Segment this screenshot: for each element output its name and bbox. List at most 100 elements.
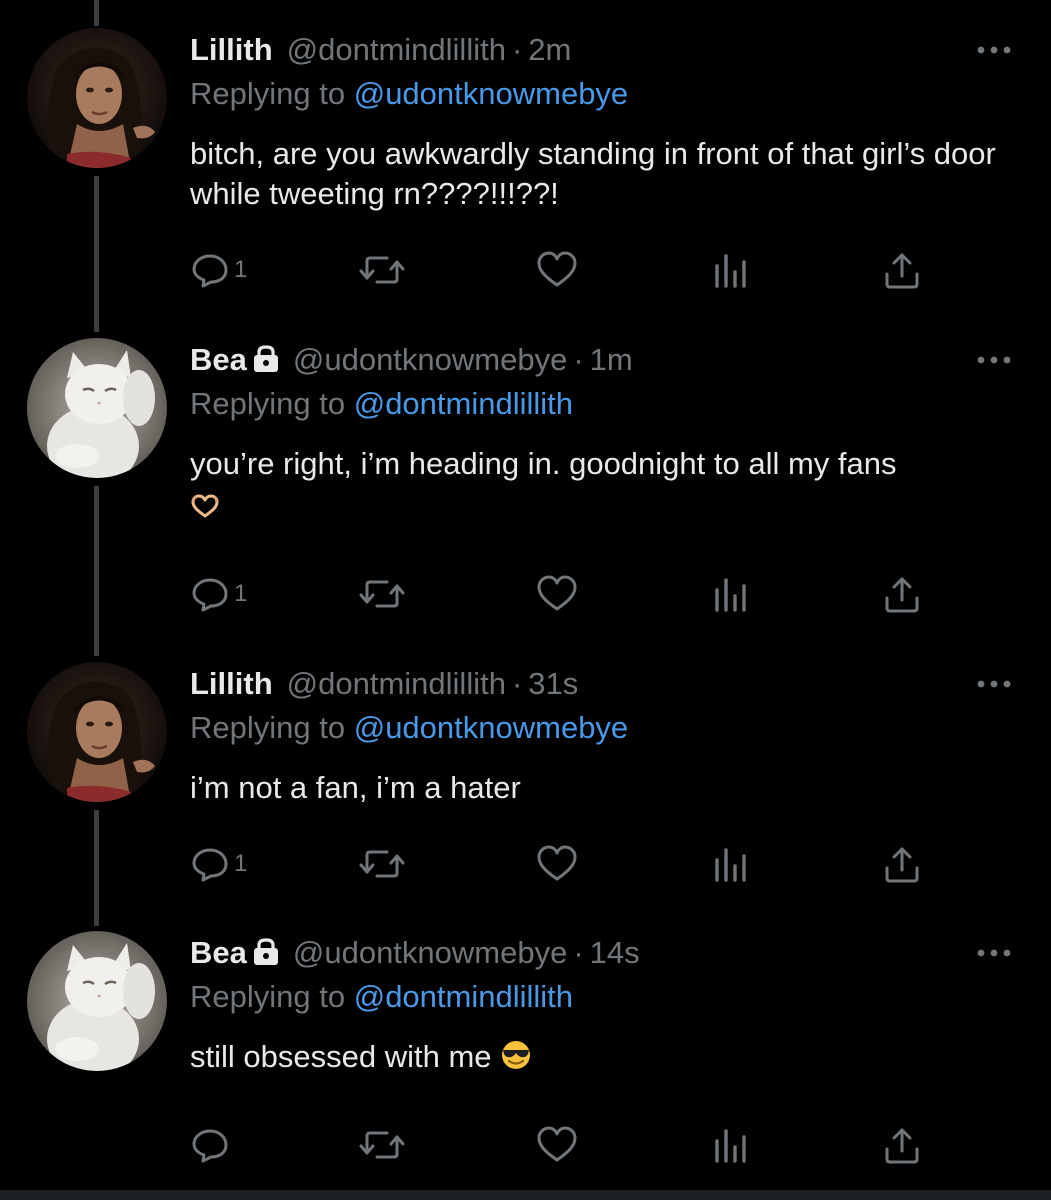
tweet-header: Lillith @dontmindlillith · 31s <box>190 666 578 702</box>
reply-icon <box>190 844 230 884</box>
share-icon <box>882 1125 922 1165</box>
tweet[interactable]: Lillith @dontmindlillith · 31s Replying to … <box>0 662 1051 922</box>
share-button[interactable] <box>882 844 922 884</box>
separator-dot: · <box>511 32 523 67</box>
reply-count: 1 <box>234 256 248 283</box>
timestamp[interactable]: 1m <box>590 342 633 377</box>
reply-button[interactable]: 1 <box>190 844 247 884</box>
white-cat-avatar <box>27 931 167 1071</box>
views-icon <box>712 574 748 614</box>
display-name[interactable]: Lillith <box>190 32 273 67</box>
tweet-actions: 1 <box>190 844 930 884</box>
like-button[interactable] <box>536 250 578 290</box>
mention-link[interactable]: @dontmindlillith <box>354 386 573 421</box>
display-name[interactable]: Lillith <box>190 666 273 701</box>
user-handle[interactable]: @udontknowmebye <box>293 935 567 970</box>
timestamp[interactable]: 2m <box>528 32 571 67</box>
user-handle[interactable]: @udontknowmebye <box>293 342 567 377</box>
display-name[interactable]: Bea <box>190 935 247 970</box>
retweet-button[interactable] <box>358 1125 406 1165</box>
tweet-actions: 1 <box>190 574 930 614</box>
retweet-icon <box>358 1125 406 1165</box>
lock-icon <box>253 345 279 381</box>
replying-to-label: Replying to <box>190 710 346 745</box>
more-icon[interactable] <box>976 945 1012 957</box>
more-icon[interactable] <box>976 352 1012 364</box>
like-button[interactable] <box>536 574 578 614</box>
reply-count: 1 <box>234 850 248 877</box>
tweet-text-content: you’re right, i’m heading in. goodnight … <box>190 446 897 481</box>
lock-icon <box>253 938 279 974</box>
user-handle[interactable]: @dontmindlillith <box>287 666 506 701</box>
tweet-text: i’m not a fan, i’m a hater <box>190 770 521 805</box>
tweet-text-content: still obsessed with me <box>190 1039 492 1074</box>
views-button[interactable] <box>712 844 748 884</box>
replying-to: Replying to @udontknowmebye <box>190 76 628 112</box>
reply-thread: Lillith @dontmindlillith · 2m Replying to @… <box>0 0 1051 1200</box>
user-avatar-lillith[interactable] <box>27 28 167 168</box>
more-icon[interactable] <box>976 42 1012 54</box>
mention-link[interactable]: @dontmindlillith <box>354 979 573 1014</box>
user-avatar-lillith[interactable] <box>27 662 167 802</box>
like-button[interactable] <box>536 844 578 884</box>
views-button[interactable] <box>712 1125 748 1165</box>
retweet-button[interactable] <box>358 250 406 290</box>
replying-to: Replying to @dontmindlillith <box>190 979 573 1015</box>
share-icon <box>882 574 922 614</box>
timestamp[interactable]: 14s <box>590 935 640 970</box>
replying-to-label: Replying to <box>190 386 346 421</box>
replying-to: Replying to @udontknowmebye <box>190 710 628 746</box>
mention-link[interactable]: @udontknowmebye <box>354 76 628 111</box>
reply-icon <box>190 250 230 290</box>
user-avatar-bea[interactable] <box>27 931 167 1071</box>
thread-line <box>94 0 99 26</box>
tweet-header: Lillith @dontmindlillith · 2m <box>190 32 571 68</box>
heart-icon <box>536 250 578 290</box>
retweet-button[interactable] <box>358 574 406 614</box>
user-avatar-bea[interactable] <box>27 338 167 478</box>
sunglasses-emoji <box>500 1039 532 1081</box>
tweet-header: Bea @udontknowmebye · 14s <box>190 935 640 974</box>
reply-button[interactable]: 1 <box>190 574 247 614</box>
share-button[interactable] <box>882 250 922 290</box>
heart-icon <box>536 1125 578 1165</box>
views-button[interactable] <box>712 250 748 290</box>
separator-dot: · <box>573 935 584 970</box>
tweet-text: still obsessed with me <box>190 1037 1030 1081</box>
retweet-icon <box>358 844 406 884</box>
tweet-text: bitch, are you awkwardly standing in fro… <box>190 136 996 211</box>
share-icon <box>882 844 922 884</box>
timestamp[interactable]: 31s <box>528 666 578 701</box>
mention-link[interactable]: @udontknowmebye <box>354 710 628 745</box>
tweet[interactable]: Bea @udontknowmebye · 14s Replying to @dont… <box>0 931 1051 1171</box>
views-button[interactable] <box>712 574 748 614</box>
heart-icon <box>536 844 578 884</box>
display-name[interactable]: Bea <box>190 342 247 377</box>
separator-dot: · <box>511 666 523 701</box>
tweet-header: Bea @udontknowmebye · 1m <box>190 342 633 381</box>
more-icon[interactable] <box>976 676 1012 688</box>
share-icon <box>882 250 922 290</box>
heart-hands-emoji <box>190 488 220 528</box>
share-button[interactable] <box>882 1125 922 1165</box>
separator-dot: · <box>573 342 584 377</box>
tweet[interactable]: Bea @udontknowmebye · 1m Replying to @dontm… <box>0 338 1051 658</box>
retweet-button[interactable] <box>358 844 406 884</box>
reply-button[interactable]: 1 <box>190 250 247 290</box>
views-icon <box>712 844 748 884</box>
tweet-actions <box>190 1125 930 1165</box>
reply-button[interactable] <box>190 1125 234 1165</box>
tweet-actions: 1 <box>190 250 930 290</box>
reply-icon <box>190 574 230 614</box>
tweet[interactable]: Lillith @dontmindlillith · 2m Replying to @… <box>0 28 1051 328</box>
replying-to-label: Replying to <box>190 76 346 111</box>
tweet-text: you’re right, i’m heading in. goodnight … <box>190 444 1030 528</box>
like-button[interactable] <box>536 1125 578 1165</box>
retweet-icon <box>358 574 406 614</box>
woman-portrait-avatar <box>27 662 167 802</box>
replying-to-label: Replying to <box>190 979 346 1014</box>
share-button[interactable] <box>882 574 922 614</box>
replying-to: Replying to @dontmindlillith <box>190 386 573 422</box>
views-icon <box>712 250 748 290</box>
user-handle[interactable]: @dontmindlillith <box>287 32 506 67</box>
